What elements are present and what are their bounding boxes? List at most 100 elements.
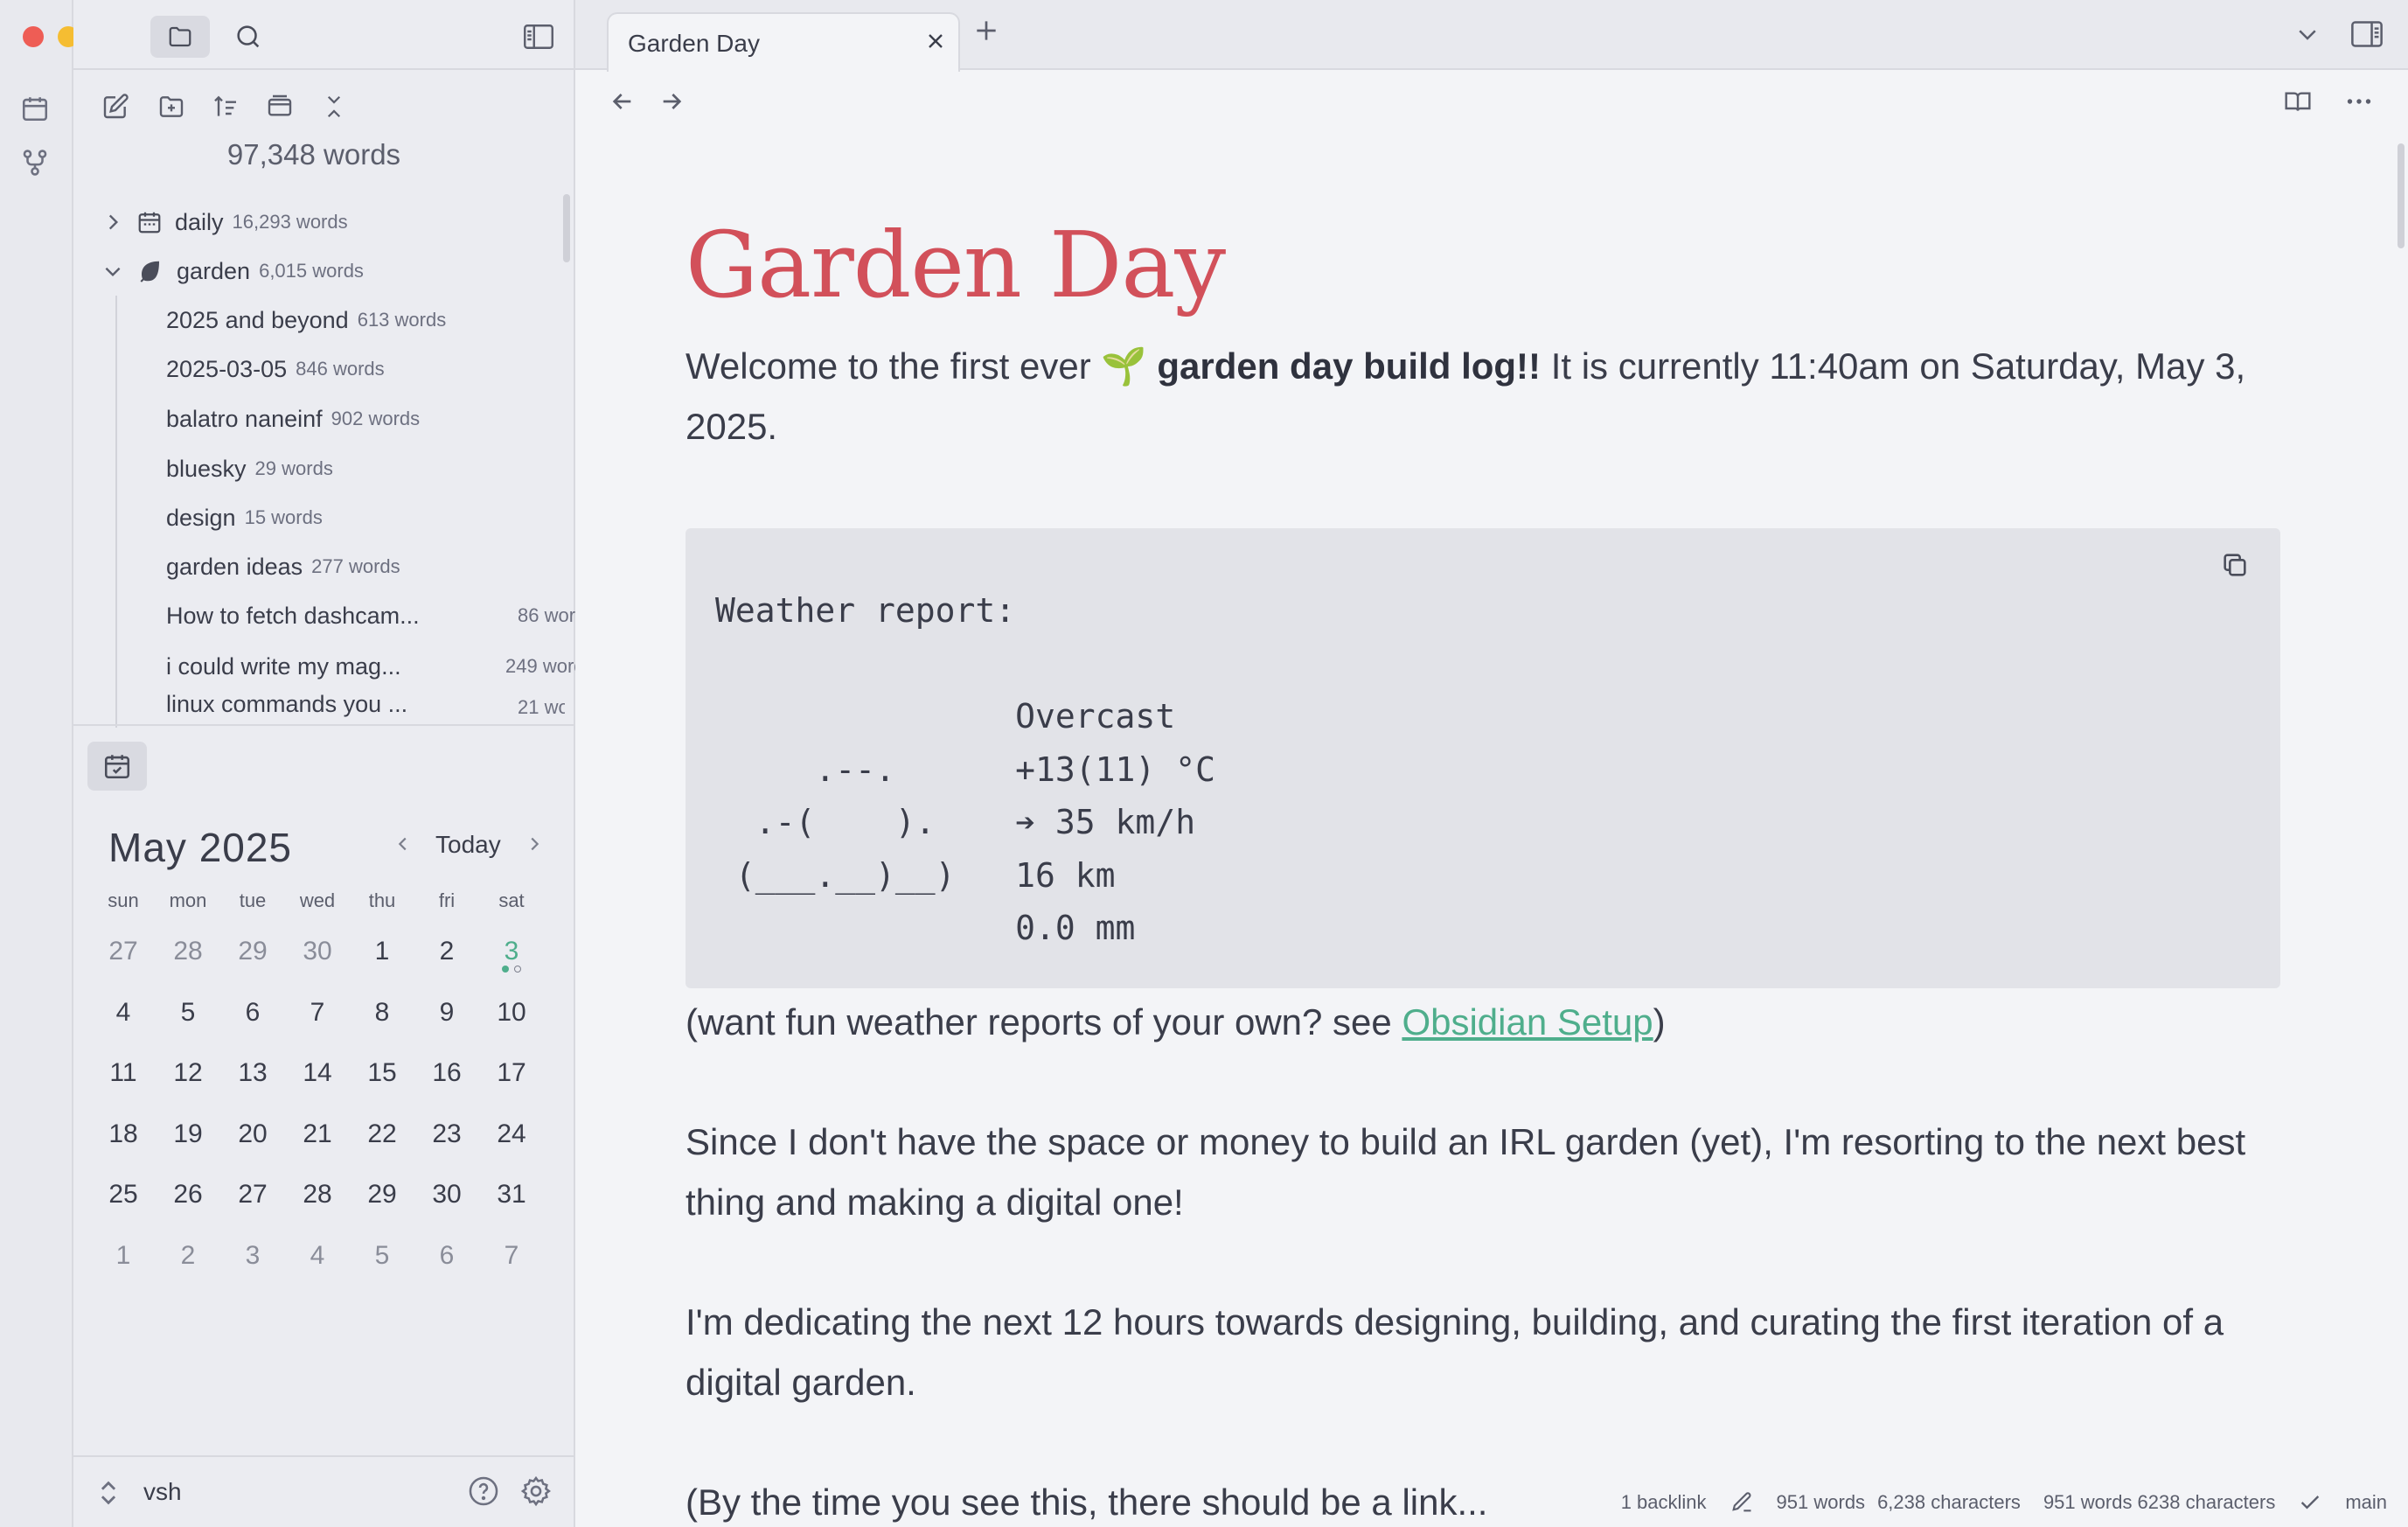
calendar-day[interactable]: 28 <box>285 1168 350 1230</box>
calendar-day-number: 8 <box>374 997 390 1027</box>
calendar-day[interactable]: 15 <box>350 1047 414 1108</box>
calendar-day[interactable]: 27 <box>220 1168 285 1230</box>
new-folder-button[interactable] <box>152 87 191 126</box>
calendar-day[interactable]: 11 <box>91 1047 156 1108</box>
calendar-day[interactable]: 6 <box>414 1230 479 1291</box>
file-item[interactable]: 2025 and beyond 613 words <box>166 296 446 345</box>
calendar-day-number: 2 <box>180 1240 196 1270</box>
calendar-day[interactable]: 16 <box>414 1047 479 1108</box>
forward-button[interactable] <box>658 87 686 115</box>
more-options-button[interactable] <box>2343 86 2375 117</box>
search-tab[interactable] <box>224 16 273 58</box>
calendar-day[interactable]: 9 <box>414 987 479 1048</box>
file-item[interactable]: linux commands you ... 21 words <box>166 691 565 724</box>
calendar-day[interactable]: 21 <box>285 1108 350 1169</box>
calendar-day[interactable]: 20 <box>220 1108 285 1169</box>
file-item[interactable]: i could write my mag... 249 words <box>166 642 595 691</box>
backlink-count[interactable]: 1 backlink <box>1621 1491 1707 1514</box>
file-word-count: 29 words <box>254 457 333 479</box>
calendar-day[interactable]: 3 <box>220 1230 285 1291</box>
calendar-day[interactable]: 7 <box>479 1230 544 1291</box>
calendar-day[interactable]: 30 <box>414 1168 479 1230</box>
tab-garden-day[interactable]: Garden Day <box>607 12 960 72</box>
calendar-day[interactable]: 14 <box>285 1047 350 1108</box>
calendar-day[interactable]: 19 <box>156 1108 220 1169</box>
calendar-day-number: 9 <box>439 997 455 1027</box>
calendar-day[interactable]: 31 <box>479 1168 544 1230</box>
calendar-day[interactable]: 28 <box>156 925 220 987</box>
settings-gear-icon[interactable] <box>519 1475 553 1512</box>
calendar-day[interactable]: 17 <box>479 1047 544 1108</box>
calendar-day[interactable]: 10 <box>479 987 544 1048</box>
arrow-right-icon <box>663 94 682 109</box>
calendar-next-button[interactable] <box>525 833 544 861</box>
vault-name[interactable]: vsh <box>143 1478 182 1506</box>
file-tree-scrollbar[interactable] <box>563 194 570 262</box>
graph-view-icon[interactable] <box>17 145 52 180</box>
calendar-day[interactable]: 1 <box>350 925 414 987</box>
calendar-today-button[interactable]: Today <box>435 831 501 859</box>
calendar-tab[interactable] <box>87 742 147 791</box>
calendar-day[interactable]: 8 <box>350 987 414 1048</box>
calendar-day[interactable]: 5 <box>156 987 220 1048</box>
right-sidebar-toggle[interactable] <box>2350 19 2384 49</box>
file-item[interactable]: 2025-03-05 846 words <box>166 345 385 394</box>
calendar-day[interactable]: 23 <box>414 1108 479 1169</box>
close-window-button[interactable] <box>23 26 44 47</box>
calendar-day[interactable]: 26 <box>156 1168 220 1230</box>
obsidian-setup-link[interactable]: Obsidian Setup <box>1402 1001 1653 1042</box>
sort-button[interactable] <box>206 87 245 126</box>
new-tab-button[interactable] <box>972 16 1000 51</box>
view-header <box>575 70 2408 138</box>
calendar-day[interactable]: 22 <box>350 1108 414 1169</box>
calendar-day[interactable]: 2 <box>414 925 479 987</box>
calendar-day-today[interactable]: 3 <box>479 925 544 987</box>
folder-garden[interactable]: garden 6,015 words <box>101 247 364 296</box>
calendar-day[interactable]: 25 <box>91 1168 156 1230</box>
file-name: balatro naneinf <box>166 405 323 432</box>
collapse-all-button[interactable] <box>315 87 353 126</box>
file-item[interactable]: bluesky 29 words <box>166 444 333 493</box>
calendar-day[interactable]: 4 <box>285 1230 350 1291</box>
auto-reveal-button[interactable] <box>261 87 299 126</box>
calendar-day[interactable]: 7 <box>285 987 350 1048</box>
file-item[interactable]: balatro naneinf 902 words <box>166 394 420 443</box>
file-item[interactable]: How to fetch dashcam... 86 words <box>166 591 595 640</box>
calendar-day[interactable]: 30 <box>285 925 350 987</box>
file-item[interactable]: design 15 words <box>166 493 323 542</box>
calendar-day[interactable]: 29 <box>220 925 285 987</box>
calendar-day[interactable]: 24 <box>479 1108 544 1169</box>
calendar-icon[interactable] <box>17 91 52 126</box>
file-item[interactable]: garden ideas 277 words <box>166 542 400 591</box>
calendar-day[interactable]: 6 <box>220 987 285 1048</box>
back-button[interactable] <box>609 87 637 115</box>
copy-code-button[interactable] <box>2216 546 2254 584</box>
git-branch[interactable]: main <box>2345 1491 2387 1514</box>
calendar-day[interactable]: 13 <box>220 1047 285 1108</box>
calendar-day[interactable]: 27 <box>91 925 156 987</box>
help-icon[interactable] <box>467 1475 500 1512</box>
calendar-day[interactable]: 2 <box>156 1230 220 1291</box>
calendar-day[interactable]: 4 <box>91 987 156 1048</box>
new-note-button[interactable] <box>96 87 135 126</box>
calendar-day[interactable]: 5 <box>350 1230 414 1291</box>
editor-scrollbar[interactable] <box>2398 143 2405 248</box>
calendar-day-number: 28 <box>173 937 203 966</box>
weekday-label: mon <box>169 889 207 911</box>
vault-switcher-icon[interactable] <box>98 1478 119 1512</box>
calendar-day[interactable]: 18 <box>91 1108 156 1169</box>
status-bar: 1 backlink 951 words 6,238 characters 95… <box>1594 1478 2408 1527</box>
close-tab-button[interactable] <box>925 28 946 56</box>
tab-list-button[interactable] <box>2294 21 2321 47</box>
calendar-day[interactable]: 12 <box>156 1047 220 1108</box>
file-explorer-tab[interactable] <box>150 16 210 58</box>
collapse-sidebar-button[interactable] <box>514 17 563 56</box>
pencil-icon[interactable] <box>1729 1490 1754 1515</box>
reading-view-button[interactable] <box>2282 87 2314 115</box>
file-name: i could write my mag... <box>166 652 401 680</box>
new-note-icon <box>103 94 129 119</box>
folder-daily[interactable]: daily 16,293 words <box>101 198 348 247</box>
calendar-day[interactable]: 29 <box>350 1168 414 1230</box>
calendar-day[interactable]: 1 <box>91 1230 156 1291</box>
calendar-prev-button[interactable] <box>393 833 413 861</box>
